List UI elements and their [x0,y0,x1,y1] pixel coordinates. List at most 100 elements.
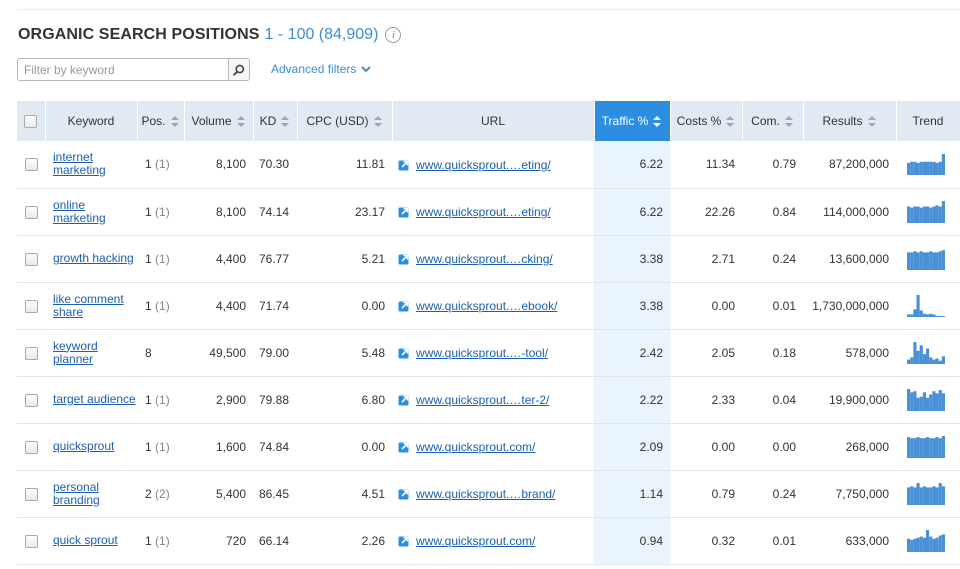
competition-cell: 0.79 [742,141,803,189]
keyword-link[interactable]: quicksprout [53,440,137,453]
filter-keyword-input[interactable] [17,58,228,81]
keyword-link[interactable]: like comment share [53,292,137,319]
row-checkbox[interactable] [24,487,38,501]
url-link[interactable]: www.quicksprout.…eting/ [416,205,551,219]
column-header-competition[interactable]: Com. [742,101,804,141]
trend-bar [919,207,923,223]
row-checkbox[interactable] [24,158,38,172]
external-link-icon[interactable] [398,253,410,265]
column-header-traffic[interactable]: Traffic % [594,101,671,141]
keyword-cell: personal branding [45,470,137,518]
keyword-link[interactable]: personal branding [53,480,137,507]
advanced-filters-label: Advanced filters [271,62,357,76]
external-link-icon[interactable] [398,394,410,406]
column-label: URL [480,114,505,128]
url-link[interactable]: www.quicksprout.…ebook/ [416,299,557,313]
trend-bar [922,391,926,411]
keyword-link[interactable]: keyword planner [53,339,137,366]
row-checkbox[interactable] [24,252,38,266]
external-link-icon[interactable] [398,488,410,500]
keyword-link[interactable]: growth hacking [53,252,137,265]
trend-bar [938,250,942,270]
trend-bar [910,251,914,270]
trend-bar [913,162,917,176]
column-header-trend[interactable]: Trend [896,101,960,141]
traffic-value: 6.22 [639,204,663,219]
url-link[interactable]: www.quicksprout.…-tool/ [416,346,548,360]
column-header-position[interactable]: Pos. [137,101,185,141]
costs-cell: 2.71 [670,235,742,283]
select-all-checkbox[interactable] [24,114,38,128]
column-header-costs[interactable]: Costs % [670,101,743,141]
column-header-url[interactable]: URL [392,101,595,141]
traffic-value: 3.38 [639,251,663,266]
url-link[interactable]: www.quicksprout.com/ [416,534,535,548]
column-header-results[interactable]: Results [803,101,897,141]
advanced-filters-toggle[interactable]: Advanced filters [271,62,372,76]
costs-value: 2.05 [711,345,735,360]
trend-bar [913,486,917,505]
external-link-icon[interactable] [398,535,410,547]
external-link-icon[interactable] [398,347,410,359]
trend-cell [896,329,960,377]
row-checkbox[interactable] [24,346,38,360]
trend-bar [929,486,933,505]
competition-cell: 0.01 [742,517,803,565]
url-link[interactable]: www.quicksprout.com/ [416,440,535,454]
traffic-value: 1.14 [639,486,663,501]
trend-baseline [907,221,945,223]
competition-cell: 0.84 [742,188,803,236]
position-value: 1 [145,392,152,407]
trend-bar [913,308,917,317]
trend-bar [929,207,933,223]
external-link-icon[interactable] [398,300,410,312]
column-header-keyword[interactable]: Keyword [45,101,138,141]
checkbox-cell [17,470,45,518]
trend-baseline [907,268,945,270]
volume-cell: 720 [184,517,253,565]
external-link-icon[interactable] [398,206,410,218]
row-checkbox[interactable] [24,440,38,454]
external-link-icon[interactable] [398,159,410,171]
url-link[interactable]: www.quicksprout.…brand/ [416,487,555,501]
keyword-link[interactable]: online marketing [53,198,137,225]
trend-bar [941,392,945,411]
trend-chart [907,294,945,317]
trend-bar [932,538,936,552]
url-cell: www.quicksprout.…ter-2/ [392,376,594,424]
trend-bar [916,397,920,411]
volume-cell: 1,600 [184,423,253,471]
keyword-link[interactable]: internet marketing [53,151,137,177]
external-link-icon[interactable] [398,441,410,453]
column-header-volume[interactable]: Volume [184,101,254,141]
column-header-cpc[interactable]: CPC (USD) [297,101,393,141]
url-link[interactable]: www.quicksprout.…cking/ [416,252,553,266]
previous-position: (1) [155,251,170,266]
position-cell: 1 (1) [137,188,184,236]
trend-bar [929,536,933,552]
competition-value: 0.01 [772,298,796,313]
trend-bar [932,485,936,505]
trend-chart [907,388,945,411]
previous-position: (1) [155,392,170,407]
url-link[interactable]: www.quicksprout.…eting/ [416,158,551,172]
trend-bar [941,200,945,223]
table-row: growth hacking 1 (1) 4,400 76.77 5.21 www.qui… [17,235,960,283]
row-checkbox[interactable] [24,299,38,313]
trend-bar [907,388,911,411]
previous-position: (1) [155,298,170,313]
column-header-kd[interactable]: KD [253,101,298,141]
keyword-link[interactable]: quick sprout [53,534,137,547]
filter-search-button[interactable] [228,58,250,81]
kd-cell: 86.45 [253,470,297,518]
keyword-link[interactable]: target audience [53,393,137,406]
traffic-cell: 3.38 [594,282,670,330]
row-checkbox[interactable] [24,205,38,219]
url-link[interactable]: www.quicksprout.…ter-2/ [416,393,549,407]
column-header-select-all[interactable] [17,101,46,141]
trend-bar [926,206,930,223]
row-checkbox[interactable] [24,393,38,407]
info-icon[interactable]: i [385,27,402,43]
row-checkbox[interactable] [24,534,38,548]
trend-baseline [907,456,945,458]
